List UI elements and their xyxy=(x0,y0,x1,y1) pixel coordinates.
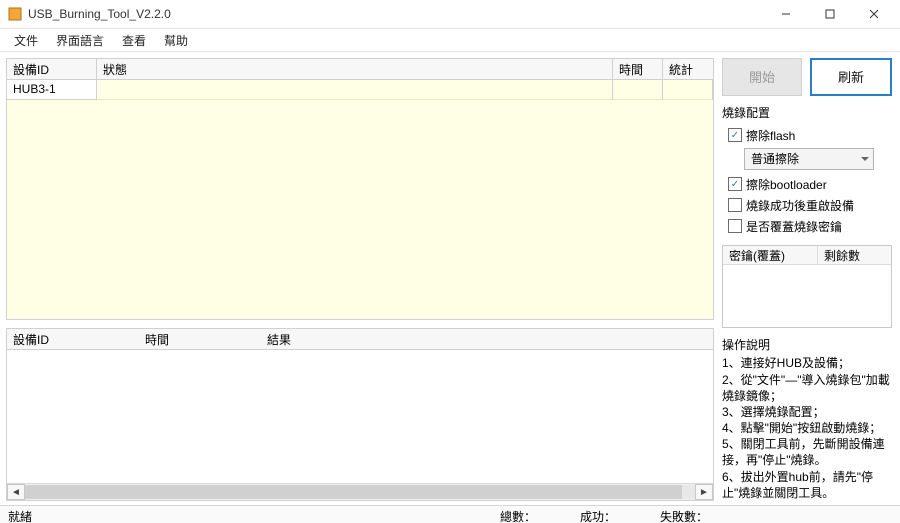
status-ready: 就緒 xyxy=(8,508,32,523)
erase-mode-value: 普通擦除 xyxy=(751,150,799,167)
device-col-id[interactable]: 設備ID xyxy=(7,59,97,79)
erase-mode-select[interactable]: 普通擦除 xyxy=(744,148,874,170)
result-table-header: 設備ID 時間 結果 xyxy=(7,329,713,350)
device-cell-stat xyxy=(663,80,713,100)
device-cell-id: HUB3-1 xyxy=(7,80,97,100)
burn-config-group: 燒錄配置 ✓ 擦除flash 普通擦除 ✓ 擦除bootloader 燒錄成功後… xyxy=(722,104,892,237)
device-col-stat[interactable]: 統計 xyxy=(663,59,713,79)
refresh-button[interactable]: 刷新 xyxy=(810,58,892,96)
erase-flash-label: 擦除flash xyxy=(746,127,795,144)
erase-bootloader-row[interactable]: ✓ 擦除bootloader xyxy=(722,174,892,195)
menu-language[interactable]: 界面語言 xyxy=(48,30,112,51)
reboot-after-checkbox[interactable] xyxy=(728,198,742,212)
maximize-button[interactable] xyxy=(808,0,852,28)
instructions: 操作說明 1、連接好HUB及設備； 2、從"文件"—"導入燒錄包"加載燒錄鏡像；… xyxy=(722,336,892,501)
result-col-time[interactable]: 時間 xyxy=(139,329,261,349)
menu-view[interactable]: 查看 xyxy=(114,30,154,51)
status-bar: 就緒 總數： 成功： 失敗數： xyxy=(0,505,900,523)
app-icon xyxy=(8,7,22,21)
key-col-key[interactable]: 密鑰(覆蓋) xyxy=(723,246,818,264)
scroll-track[interactable] xyxy=(25,485,695,499)
instructions-body: 1、連接好HUB及設備； 2、從"文件"—"導入燒錄包"加載燒錄鏡像； 3、選擇… xyxy=(722,355,892,501)
window-title: USB_Burning_Tool_V2.2.0 xyxy=(28,7,171,21)
result-col-result[interactable]: 結果 xyxy=(261,329,713,349)
device-row[interactable]: HUB3-1 xyxy=(7,80,713,100)
device-col-status[interactable]: 狀態 xyxy=(97,59,613,79)
overwrite-key-label: 是否覆蓋燒錄密鑰 xyxy=(746,218,842,235)
erase-flash-checkbox[interactable]: ✓ xyxy=(728,128,742,142)
reboot-after-row[interactable]: 燒錄成功後重啟設備 xyxy=(722,195,892,216)
overwrite-key-checkbox[interactable] xyxy=(728,219,742,233)
reboot-after-label: 燒錄成功後重啟設備 xyxy=(746,197,854,214)
key-table: 密鑰(覆蓋) 剩餘數 xyxy=(722,245,892,328)
erase-flash-row[interactable]: ✓ 擦除flash xyxy=(722,125,892,146)
overwrite-key-row[interactable]: 是否覆蓋燒錄密鑰 xyxy=(722,216,892,237)
erase-bootloader-label: 擦除bootloader xyxy=(746,176,827,193)
result-col-id[interactable]: 設備ID xyxy=(7,329,139,349)
horizontal-scrollbar[interactable]: ◄ ► xyxy=(7,483,713,500)
erase-bootloader-checkbox[interactable]: ✓ xyxy=(728,177,742,191)
start-button[interactable]: 開始 xyxy=(722,58,802,96)
menu-file[interactable]: 文件 xyxy=(6,30,46,51)
scroll-left-icon[interactable]: ◄ xyxy=(7,484,25,500)
status-total-label: 總數： xyxy=(500,508,536,523)
result-table: 設備ID 時間 結果 ◄ ► xyxy=(6,328,714,501)
scroll-thumb[interactable] xyxy=(25,485,682,499)
device-col-time[interactable]: 時間 xyxy=(613,59,663,79)
menu-bar: 文件 界面語言 查看 幫助 xyxy=(0,29,900,52)
menu-help[interactable]: 幫助 xyxy=(156,30,196,51)
title-bar: USB_Burning_Tool_V2.2.0 xyxy=(0,0,900,29)
burn-config-title: 燒錄配置 xyxy=(722,104,892,121)
scroll-right-icon[interactable]: ► xyxy=(695,484,713,500)
chevron-down-icon xyxy=(861,157,869,161)
device-table: 設備ID 狀態 時間 統計 HUB3-1 xyxy=(6,58,714,320)
status-fail-label: 失敗數： xyxy=(660,508,708,523)
device-cell-time xyxy=(613,80,663,100)
status-ok-label: 成功： xyxy=(580,508,616,523)
key-col-remain[interactable]: 剩餘數 xyxy=(818,246,891,264)
minimize-button[interactable] xyxy=(764,0,808,28)
device-cell-status xyxy=(97,80,613,100)
device-table-header: 設備ID 狀態 時間 統計 xyxy=(7,59,713,80)
result-table-body xyxy=(7,350,713,483)
instructions-title: 操作說明 xyxy=(722,336,892,353)
close-button[interactable] xyxy=(852,0,896,28)
